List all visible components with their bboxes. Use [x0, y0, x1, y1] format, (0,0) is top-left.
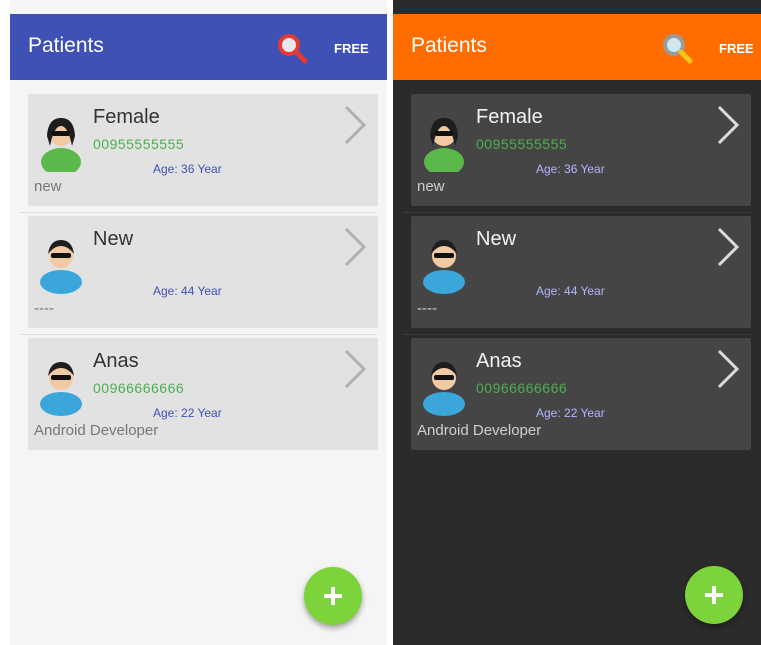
patient-note: new [417, 178, 445, 195]
patient-card[interactable]: Female 00955555555 Age: 36 Year new [411, 94, 751, 206]
patient-phone: 00966666666 [476, 380, 568, 396]
male-avatar-icon [40, 362, 82, 416]
male-avatar-icon [40, 240, 82, 294]
patient-age: Age: 22 Year [536, 406, 605, 420]
patient-phone: 00955555555 [476, 136, 568, 152]
free-label[interactable]: FREE [334, 41, 369, 56]
patient-name: Female [93, 106, 160, 128]
patient-age: Age: 22 Year [153, 406, 222, 420]
patient-note: Android Developer [417, 422, 542, 439]
patient-card[interactable]: Female 00955555555 Age: 36 Year new [28, 94, 378, 206]
patient-name: Female [476, 106, 543, 128]
free-label[interactable]: FREE [719, 41, 754, 56]
chevron-right-icon[interactable] [715, 348, 741, 390]
divider [403, 212, 751, 213]
chevron-right-icon[interactable] [342, 348, 368, 390]
patient-phone: 00955555555 [93, 136, 185, 152]
page-title: Patients [28, 34, 104, 57]
male-avatar-icon [423, 362, 465, 416]
plus-icon [705, 586, 723, 604]
patients-screen-dark: Patients FREE Female 00955555555 Age: 36… [393, 0, 761, 645]
patient-name: New [93, 228, 134, 250]
patient-note: ---- [417, 300, 437, 317]
page-title: Patients [411, 34, 487, 57]
patient-age: Age: 44 Year [153, 284, 222, 298]
patient-phone: 00966666666 [93, 380, 185, 396]
chevron-right-icon[interactable] [715, 104, 741, 146]
patient-age: Age: 36 Year [536, 162, 605, 176]
male-avatar-icon [423, 240, 465, 294]
divider [20, 334, 377, 335]
patient-card[interactable]: New Age: 44 Year ---- [28, 216, 378, 328]
chevron-right-icon[interactable] [342, 226, 368, 268]
female-avatar-icon [424, 118, 464, 172]
app-bar: Patients FREE [393, 14, 761, 80]
patient-age: Age: 44 Year [536, 284, 605, 298]
patient-note: ---- [34, 300, 54, 317]
patient-card[interactable]: Anas 00966666666 Age: 22 Year Android De… [28, 338, 378, 450]
patient-card[interactable]: New Age: 44 Year ---- [411, 216, 751, 328]
female-avatar-icon [41, 118, 81, 172]
add-patient-button[interactable] [685, 566, 743, 624]
patient-name: Anas [93, 350, 139, 372]
chevron-right-icon[interactable] [342, 104, 368, 146]
patients-screen-light: Patients FREE Female 00955555555 Age: 36… [10, 0, 387, 645]
app-bar: Patients FREE [10, 14, 387, 80]
search-icon[interactable] [274, 30, 310, 66]
patient-note: new [34, 178, 62, 195]
patient-name: New [476, 228, 517, 250]
plus-icon [324, 587, 342, 605]
divider [20, 212, 377, 213]
patient-name: Anas [476, 350, 522, 372]
add-patient-button[interactable] [304, 567, 362, 625]
divider [403, 334, 751, 335]
chevron-right-icon[interactable] [715, 226, 741, 268]
patient-age: Age: 36 Year [153, 162, 222, 176]
search-icon[interactable] [659, 30, 695, 66]
patient-note: Android Developer [34, 422, 159, 439]
patient-card[interactable]: Anas 00966666666 Age: 22 Year Android De… [411, 338, 751, 450]
